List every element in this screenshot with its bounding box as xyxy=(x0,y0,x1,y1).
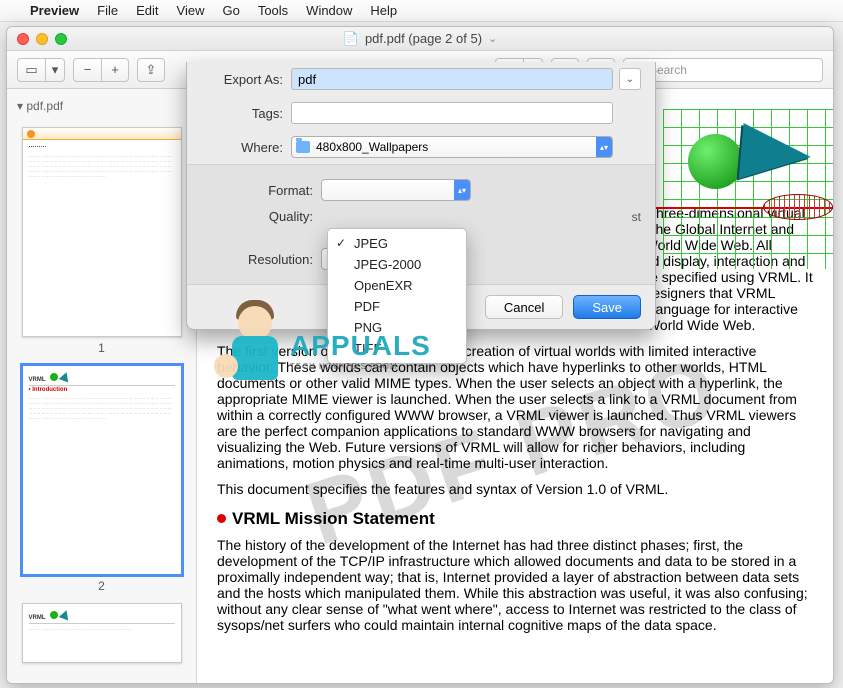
resolution-label: Resolution: xyxy=(201,252,321,267)
menubar-edit[interactable]: Edit xyxy=(136,3,158,18)
menubar-tools[interactable]: Tools xyxy=(258,3,288,18)
format-option-pdf[interactable]: PDF xyxy=(328,296,466,317)
format-option-jpeg[interactable]: ✓JPEG xyxy=(328,233,466,254)
body-para-4: The history of the development of the In… xyxy=(217,537,813,633)
menubar-help[interactable]: Help xyxy=(370,3,397,18)
chevron-down-icon: ⌄ xyxy=(626,74,634,85)
thumbnails-sidebar: ▾ pdf.pdf ……… ……… ……… ……… ……… ……… ……… ……… xyxy=(7,89,197,683)
vrml-logo-graphic xyxy=(653,99,833,279)
menubar-view[interactable]: View xyxy=(177,3,205,18)
export-as-field[interactable] xyxy=(291,68,613,90)
tags-label: Tags: xyxy=(201,106,291,121)
zoom-in-icon: + xyxy=(111,62,119,77)
body-para-3: This document specifies the features and… xyxy=(217,481,813,497)
cancel-button[interactable]: Cancel xyxy=(485,295,563,319)
where-popup[interactable]: 480x800_Wallpapers ▴▾ xyxy=(291,136,613,158)
titlebar: 📄 pdf.pdf (page 2 of 5) ⌄ xyxy=(7,27,833,51)
page-thumbnail-2[interactable]: VRML • Introduction ……… ……… ……… ……… ……… … xyxy=(22,365,182,575)
stepper-icon: ▴▾ xyxy=(454,180,470,200)
body-para-2: The first version of VRML allows for the… xyxy=(217,343,813,471)
quality-label: Quality: xyxy=(201,209,321,224)
save-button[interactable]: Save xyxy=(573,295,641,319)
format-option-jpeg2000[interactable]: JPEG-2000 xyxy=(328,254,466,275)
format-popup[interactable]: ▴▾ xyxy=(321,179,471,201)
thumb-label-1: 1 xyxy=(15,341,188,355)
format-label: Format: xyxy=(201,183,321,198)
where-value: 480x800_Wallpapers xyxy=(316,140,428,154)
quality-least-label: st xyxy=(632,210,641,224)
zoom-out-button[interactable]: − xyxy=(73,58,101,82)
bullet-icon xyxy=(217,514,226,523)
title-dropdown-icon[interactable]: ⌄ xyxy=(488,32,497,45)
menubar-go[interactable]: Go xyxy=(222,3,239,18)
share-icon: ⇪ xyxy=(146,62,157,78)
view-mode-button[interactable]: ▭ xyxy=(17,58,45,82)
where-label: Where: xyxy=(201,140,291,155)
thumb-label-2: 2 xyxy=(15,579,188,593)
mission-heading: VRML Mission Statement xyxy=(217,509,813,529)
expand-save-panel-button[interactable]: ⌄ xyxy=(619,68,641,90)
format-option-png[interactable]: PNG xyxy=(328,317,466,338)
view-mode-menu-button[interactable]: ▾ xyxy=(45,58,65,82)
tags-field[interactable] xyxy=(291,102,613,124)
menubar-window[interactable]: Window xyxy=(306,3,352,18)
titlebar-doc-icon: 📄 xyxy=(343,31,359,47)
format-menu: ✓JPEG JPEG-2000 OpenEXR PDF PNG TIFF xyxy=(327,228,467,364)
share-button[interactable]: ⇪ xyxy=(137,58,165,82)
window-title: pdf.pdf (page 2 of 5) xyxy=(365,31,482,46)
sidebar-doc-name: pdf.pdf xyxy=(26,99,63,113)
format-option-openexr[interactable]: OpenEXR xyxy=(328,275,466,296)
page-thumbnail-3[interactable]: VRML ……… ……… ……… ……… ……… ……… ……… ……… xyxy=(22,603,182,663)
folder-icon xyxy=(296,141,310,153)
stepper-icon: ▴▾ xyxy=(596,137,612,157)
format-option-tiff[interactable]: TIFF xyxy=(328,338,466,359)
page-thumbnail-1[interactable]: ……… ……… ……… ……… ……… ……… ……… ……… ……… ……… … xyxy=(22,127,182,337)
zoom-in-button[interactable]: + xyxy=(101,58,129,82)
menubar: Preview File Edit View Go Tools Window H… xyxy=(0,0,843,22)
disclosure-triangle-icon[interactable]: ▾ xyxy=(17,99,23,113)
menubar-app[interactable]: Preview xyxy=(30,3,79,18)
export-as-label: Export As: xyxy=(201,72,291,87)
check-icon: ✓ xyxy=(336,236,346,250)
menubar-file[interactable]: File xyxy=(97,3,118,18)
zoom-out-icon: − xyxy=(84,62,92,77)
